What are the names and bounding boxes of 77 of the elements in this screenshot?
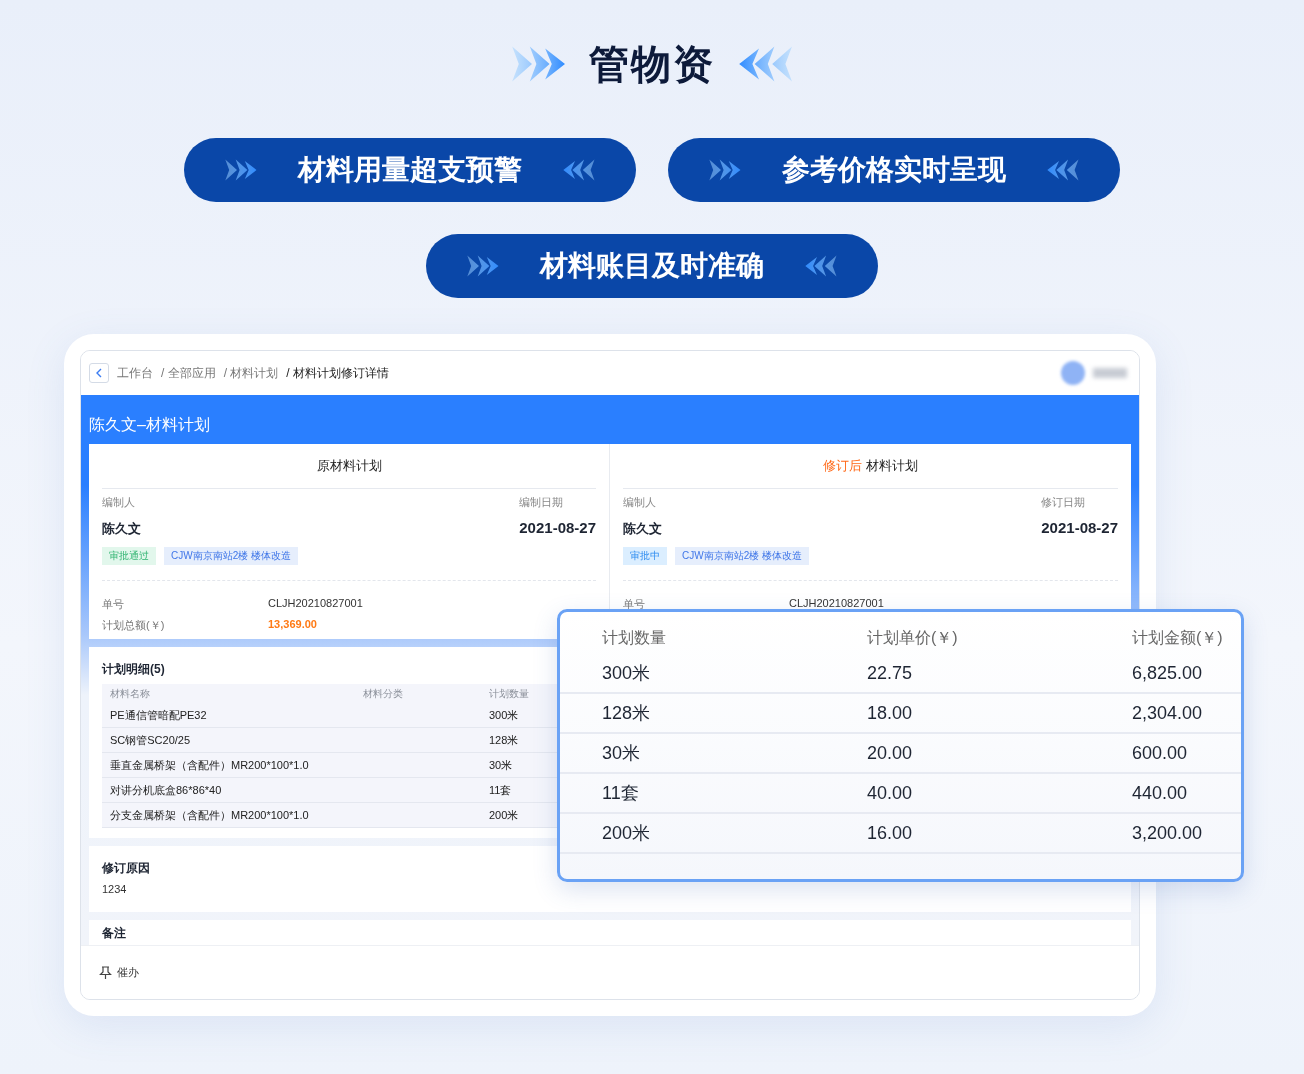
field-label: 单号 [102,597,125,612]
status-tag: 审批中 [623,547,667,565]
revised-label: 修订后 [823,457,862,475]
table-cell: 16.00 [867,822,913,844]
table-cell: 300米 [489,707,519,723]
urge-button[interactable]: 催办 [99,965,139,980]
chevrons-right-icon [708,157,742,183]
breadcrumb-link[interactable]: / 材料计划修订详情 [286,364,389,382]
column-header: 计划单价(￥) [867,627,958,648]
table-cell: 600.00 [1132,742,1188,764]
table-cell: 18.00 [867,702,913,724]
editor-label: 编制人 [102,495,136,510]
field-value: 13,369.00 [268,618,318,632]
blurred-username [1093,368,1127,378]
column-header: 材料分类 [363,686,403,701]
plan-heading: 材料计划 [866,457,918,475]
table-cell: SC钢管SC20/25 [110,732,191,748]
table-cell: 440.00 [1132,782,1188,804]
card-title: 计划明细(5) [102,661,165,678]
table-cell: 40.00 [867,782,913,804]
column-header: 材料名称 [110,686,150,701]
table-cell: 20.00 [867,742,913,764]
date-label: 编制日期 [519,495,565,510]
feature-pill: 材料用量超支预警 [184,138,636,202]
table-cell-text: 11套 [602,782,639,805]
editor-name: 陈久文 [102,520,141,538]
table-cell: 6,825.00 [1132,662,1203,684]
field-label: 计划总额(￥) [102,618,166,633]
table-cell-text: 300米 [602,662,651,685]
chevron-left-icon [95,368,103,378]
plan-title: 陈久文–材料计划 [88,415,211,435]
table-cell-text: 30米 [602,742,641,765]
table-cell: 30米 [489,757,513,773]
table-cell: PE通信管暗配PE32 [110,707,207,723]
project-tag: CJW南京南站2楼 楼体改造 [164,547,298,565]
table-cell-text: 128米 [602,702,651,725]
field-label: 单号 [623,597,646,612]
table-cell: 11套 [489,782,512,798]
table-cell: 垂直金属桥架（含配件）MR200*100*1.0 [110,757,309,773]
date-value: 2021-08-27 [1041,519,1118,536]
chevrons-left-icon [804,253,838,279]
column-header: 计划数量 [489,686,529,701]
table-cell-text: 200米 [602,822,651,845]
table-cell: 2,304.00 [1132,702,1203,724]
table-cell: 200米 [489,807,519,823]
pin-icon [99,965,112,980]
plan-heading: 原材料计划 [316,457,382,475]
status-tag: 审批通过 [102,547,156,565]
column-header: 计划数量 [602,627,666,648]
chevrons-right-icon [466,253,500,279]
chevrons-left-icon [562,157,596,183]
date-label: 修订日期 [1041,495,1087,510]
column-header: 计划金额(￥) [1132,627,1223,648]
project-tag: CJW南京南站2楼 楼体改造 [675,547,809,565]
date-value: 2021-08-27 [519,519,596,536]
table-cell: 128米 [489,732,519,748]
back-button[interactable] [89,363,109,383]
feature-pill: 材料账目及时准确 [426,234,878,298]
table-cell: 分支金属桥架（含配件）MR200*100*1.0 [110,807,309,823]
table-cell: 3,200.00 [1132,822,1203,844]
feature-pill: 参考价格实时呈现 [668,138,1120,202]
editor-label: 编制人 [623,495,657,510]
breadcrumb-link[interactable]: / 材料计划 [223,364,279,382]
field-value: CLJH20210827001 [268,597,364,611]
chevrons-left-icon [1046,157,1080,183]
chevrons-right-icon [224,157,258,183]
table-cell: 对讲分机底盒86*86*40 [110,782,222,798]
card-title: 备注 [102,925,126,942]
breadcrumb-link[interactable]: / 全部应用 [161,364,216,382]
page-title: 管物资 [589,40,715,88]
breadcrumb-link[interactable]: 工作台 [117,364,153,382]
editor-name: 陈久文 [623,520,662,538]
table-cell: 22.75 [867,662,913,684]
field-value: CLJH20210827001 [789,597,885,611]
card-title: 修订原因 [102,860,150,877]
avatar[interactable] [1061,361,1085,385]
reason-text: 1234 [102,883,127,895]
